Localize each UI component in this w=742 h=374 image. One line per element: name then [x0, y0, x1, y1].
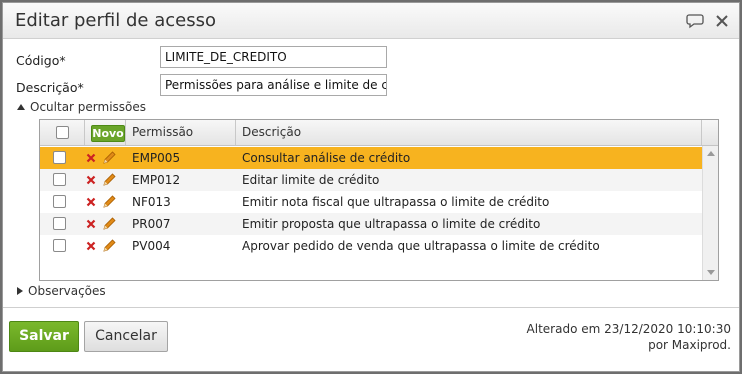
row-checkbox[interactable]	[53, 195, 66, 208]
table-row[interactable]: EMP005 Consultar análise de crédito	[40, 147, 702, 169]
observacoes-label: Observações	[28, 284, 106, 298]
permission-code: EMP005	[132, 151, 181, 165]
cancel-button[interactable]: Cancelar	[84, 321, 168, 352]
edit-pencil-icon[interactable]	[101, 172, 117, 188]
expand-arrow-icon	[17, 287, 23, 295]
row-checkbox[interactable]	[53, 217, 66, 230]
column-header-descricao[interactable]: Descrição	[236, 120, 702, 145]
audit-info: Alterado em 23/12/2020 10:10:30 por Maxi…	[527, 321, 731, 353]
novo-button[interactable]: Novo	[91, 125, 125, 142]
speech-bubble-icon[interactable]	[686, 12, 704, 30]
dialog-title: Editar perfil de acesso	[15, 10, 216, 31]
permission-description: Emitir nota fiscal que ultrapassa o limi…	[242, 195, 550, 209]
grid-header: Novo Permissão Descrição	[40, 120, 718, 146]
edit-pencil-icon[interactable]	[101, 194, 117, 210]
codigo-input[interactable]: LIMITE_DE_CREDITO	[160, 46, 387, 68]
row-checkbox[interactable]	[53, 173, 66, 186]
delete-icon[interactable]	[86, 175, 96, 185]
scroll-up-arrow-icon[interactable]	[707, 150, 715, 156]
delete-icon[interactable]	[86, 153, 96, 163]
header-scroll-spacer	[702, 120, 718, 145]
permissions-grid: Novo Permissão Descrição EMP005 Consultar…	[39, 119, 719, 281]
collapse-arrow-icon	[17, 104, 25, 110]
permission-description: Consultar análise de crédito	[242, 151, 411, 165]
audit-line-date: Alterado em 23/12/2020 10:10:30	[526, 322, 731, 336]
column-header-permissao[interactable]: Permissão	[126, 120, 236, 145]
delete-icon[interactable]	[86, 219, 96, 229]
edit-access-profile-dialog: Editar perfil de acesso Código* LIMITE_D…	[2, 2, 740, 372]
permission-code: PR007	[132, 217, 171, 231]
footer-divider	[3, 307, 739, 308]
descricao-input[interactable]: Permissões para análise e limite de cr	[160, 74, 387, 96]
delete-icon[interactable]	[86, 241, 96, 251]
edit-pencil-icon[interactable]	[101, 216, 117, 232]
table-row[interactable]: NF013 Emitir nota fiscal que ultrapassa o…	[40, 191, 702, 213]
row-checkbox[interactable]	[53, 151, 66, 164]
permission-code: EMP012	[132, 173, 181, 187]
grid-vertical-scrollbar[interactable]	[702, 146, 718, 280]
table-row[interactable]: PR007 Emitir proposta que ultrapassa o li…	[40, 213, 702, 235]
delete-icon[interactable]	[86, 197, 96, 207]
row-checkbox[interactable]	[53, 239, 66, 252]
observacoes-toggle[interactable]: Observações	[17, 284, 106, 298]
header-select-all-cell	[40, 120, 85, 145]
hide-permissions-label: Ocultar permissões	[30, 100, 147, 114]
descricao-label: Descrição*	[16, 80, 84, 95]
permission-code: NF013	[132, 195, 171, 209]
edit-pencil-icon[interactable]	[101, 150, 117, 166]
codigo-label: Código*	[16, 53, 66, 68]
close-icon[interactable]	[713, 12, 731, 30]
hide-permissions-toggle[interactable]: Ocultar permissões	[17, 100, 146, 114]
permission-code: PV004	[132, 239, 171, 253]
scroll-down-arrow-icon[interactable]	[707, 270, 715, 276]
edit-pencil-icon[interactable]	[101, 238, 117, 254]
permission-description: Editar limite de crédito	[242, 173, 380, 187]
table-row[interactable]: PV004 Aprovar pedido de venda que ultrapa…	[40, 235, 702, 257]
dialog-titlebar: Editar perfil de acesso	[3, 3, 739, 39]
table-row[interactable]: EMP012 Editar limite de crédito	[40, 169, 702, 191]
audit-line-user: por Maxiprod.	[648, 338, 731, 352]
permission-description: Aprovar pedido de venda que ultrapassa o…	[242, 239, 600, 253]
select-all-checkbox[interactable]	[56, 126, 69, 139]
permission-description: Emitir proposta que ultrapassa o limite …	[242, 217, 541, 231]
save-button[interactable]: Salvar	[9, 321, 79, 352]
